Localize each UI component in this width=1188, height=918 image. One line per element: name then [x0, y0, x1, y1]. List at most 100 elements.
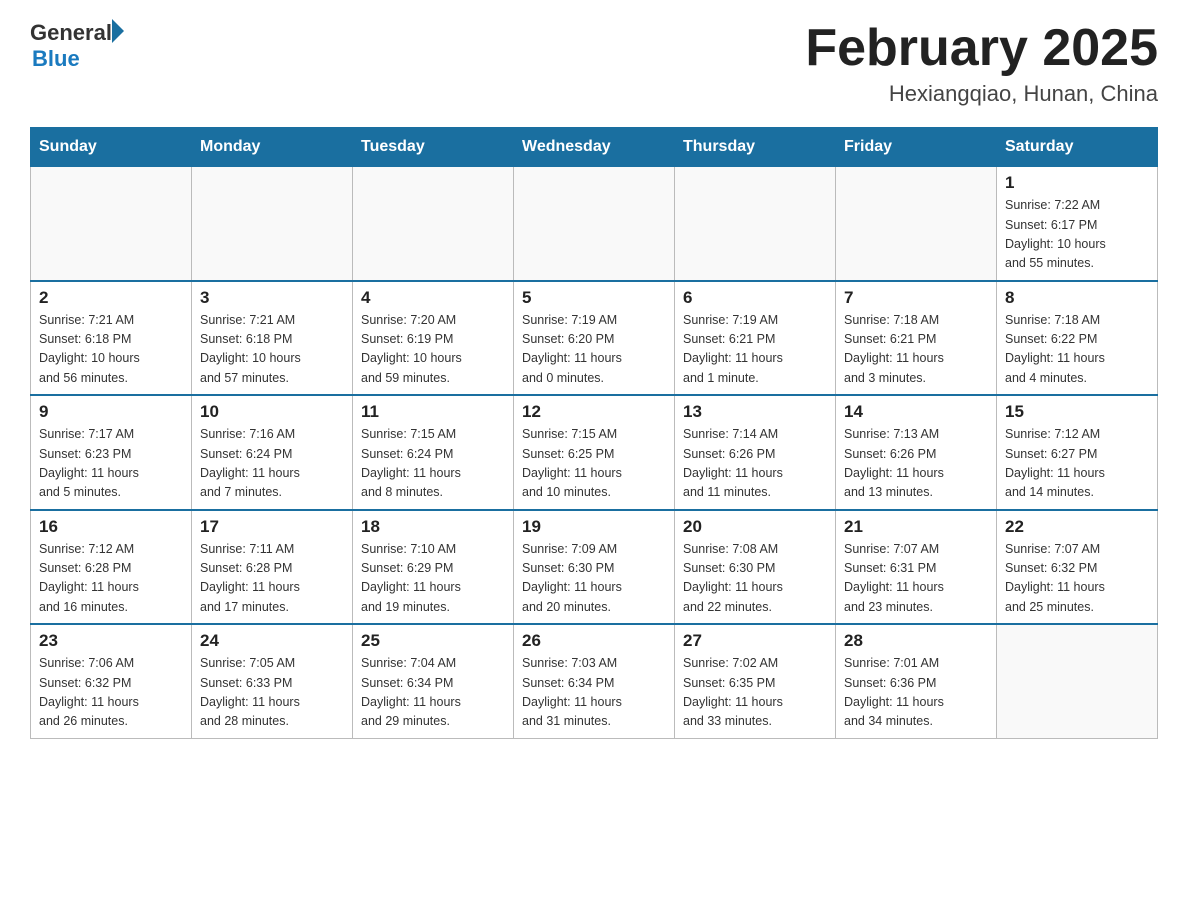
day-number: 7 [844, 288, 988, 308]
calendar-cell: 15 Sunrise: 7:12 AM Sunset: 6:27 PM Dayli… [997, 395, 1158, 510]
day-info: Sunrise: 7:07 AM Sunset: 6:32 PM Dayligh… [1005, 542, 1105, 614]
calendar-week-row: 9 Sunrise: 7:17 AM Sunset: 6:23 PM Daylig… [31, 395, 1158, 510]
calendar-cell: 27 Sunrise: 7:02 AM Sunset: 6:35 PM Dayli… [675, 624, 836, 738]
logo: General Blue [30, 20, 124, 72]
calendar-cell: 4 Sunrise: 7:20 AM Sunset: 6:19 PM Daylig… [353, 281, 514, 396]
day-number: 17 [200, 517, 344, 537]
day-info: Sunrise: 7:02 AM Sunset: 6:35 PM Dayligh… [683, 656, 783, 728]
weekday-header-wednesday: Wednesday [514, 128, 675, 167]
day-number: 16 [39, 517, 183, 537]
calendar-week-row: 1Sunrise: 7:22 AM Sunset: 6:17 PM Daylig… [31, 167, 1158, 281]
day-number: 24 [200, 631, 344, 651]
day-info: Sunrise: 7:10 AM Sunset: 6:29 PM Dayligh… [361, 542, 461, 614]
logo-blue-text: Blue [32, 46, 80, 72]
calendar-cell: 7Sunrise: 7:18 AM Sunset: 6:21 PM Daylig… [836, 281, 997, 396]
calendar-cell: 20 Sunrise: 7:08 AM Sunset: 6:30 PM Dayli… [675, 510, 836, 625]
calendar-cell: 11 Sunrise: 7:15 AM Sunset: 6:24 PM Dayli… [353, 395, 514, 510]
day-number: 4 [361, 288, 505, 308]
calendar-cell: 3 Sunrise: 7:21 AM Sunset: 6:18 PM Daylig… [192, 281, 353, 396]
day-number: 6 [683, 288, 827, 308]
day-number: 13 [683, 402, 827, 422]
weekday-header-friday: Friday [836, 128, 997, 167]
location: Hexiangqiao, Hunan, China [805, 81, 1158, 107]
title-block: February 2025 Hexiangqiao, Hunan, China [805, 20, 1158, 107]
day-info: Sunrise: 7:16 AM Sunset: 6:24 PM Dayligh… [200, 427, 300, 499]
day-info: Sunrise: 7:13 AM Sunset: 6:26 PM Dayligh… [844, 427, 944, 499]
day-info: Sunrise: 7:20 AM Sunset: 6:19 PM Dayligh… [361, 313, 462, 385]
calendar-cell: 5 Sunrise: 7:19 AM Sunset: 6:20 PM Daylig… [514, 281, 675, 396]
day-info: Sunrise: 7:05 AM Sunset: 6:33 PM Dayligh… [200, 656, 300, 728]
calendar-cell: 18 Sunrise: 7:10 AM Sunset: 6:29 PM Dayli… [353, 510, 514, 625]
calendar-cell: 19 Sunrise: 7:09 AM Sunset: 6:30 PM Dayli… [514, 510, 675, 625]
day-number: 8 [1005, 288, 1149, 308]
calendar-cell: 1Sunrise: 7:22 AM Sunset: 6:17 PM Daylig… [997, 167, 1158, 281]
calendar-cell: 26 Sunrise: 7:03 AM Sunset: 6:34 PM Dayli… [514, 624, 675, 738]
logo-general-text: General [30, 20, 112, 46]
month-title: February 2025 [805, 20, 1158, 77]
day-number: 14 [844, 402, 988, 422]
day-number: 28 [844, 631, 988, 651]
day-number: 11 [361, 402, 505, 422]
weekday-header-monday: Monday [192, 128, 353, 167]
day-number: 5 [522, 288, 666, 308]
calendar-cell [192, 167, 353, 281]
day-number: 3 [200, 288, 344, 308]
day-number: 12 [522, 402, 666, 422]
day-info: Sunrise: 7:07 AM Sunset: 6:31 PM Dayligh… [844, 542, 944, 614]
calendar-header-row: SundayMondayTuesdayWednesdayThursdayFrid… [31, 128, 1158, 167]
calendar-cell [675, 167, 836, 281]
day-info: Sunrise: 7:17 AM Sunset: 6:23 PM Dayligh… [39, 427, 139, 499]
day-info: Sunrise: 7:04 AM Sunset: 6:34 PM Dayligh… [361, 656, 461, 728]
calendar-cell: 28 Sunrise: 7:01 AM Sunset: 6:36 PM Dayli… [836, 624, 997, 738]
weekday-header-saturday: Saturday [997, 128, 1158, 167]
calendar-week-row: 23 Sunrise: 7:06 AM Sunset: 6:32 PM Dayli… [31, 624, 1158, 738]
calendar-cell: 8 Sunrise: 7:18 AM Sunset: 6:22 PM Daylig… [997, 281, 1158, 396]
day-number: 26 [522, 631, 666, 651]
calendar-cell [997, 624, 1158, 738]
weekday-header-sunday: Sunday [31, 128, 192, 167]
day-info: Sunrise: 7:06 AM Sunset: 6:32 PM Dayligh… [39, 656, 139, 728]
day-info: Sunrise: 7:22 AM Sunset: 6:17 PM Dayligh… [1005, 198, 1106, 270]
day-number: 20 [683, 517, 827, 537]
day-info: Sunrise: 7:19 AM Sunset: 6:20 PM Dayligh… [522, 313, 622, 385]
day-number: 27 [683, 631, 827, 651]
day-info: Sunrise: 7:08 AM Sunset: 6:30 PM Dayligh… [683, 542, 783, 614]
logo-arrow-icon [112, 19, 124, 43]
calendar-cell: 17 Sunrise: 7:11 AM Sunset: 6:28 PM Dayli… [192, 510, 353, 625]
calendar-cell [836, 167, 997, 281]
day-info: Sunrise: 7:09 AM Sunset: 6:30 PM Dayligh… [522, 542, 622, 614]
day-info: Sunrise: 7:15 AM Sunset: 6:25 PM Dayligh… [522, 427, 622, 499]
day-number: 23 [39, 631, 183, 651]
calendar-cell: 14 Sunrise: 7:13 AM Sunset: 6:26 PM Dayli… [836, 395, 997, 510]
day-info: Sunrise: 7:03 AM Sunset: 6:34 PM Dayligh… [522, 656, 622, 728]
day-info: Sunrise: 7:01 AM Sunset: 6:36 PM Dayligh… [844, 656, 944, 728]
calendar-cell: 21 Sunrise: 7:07 AM Sunset: 6:31 PM Dayli… [836, 510, 997, 625]
calendar-table: SundayMondayTuesdayWednesdayThursdayFrid… [30, 127, 1158, 739]
calendar-cell: 2Sunrise: 7:21 AM Sunset: 6:18 PM Daylig… [31, 281, 192, 396]
weekday-header-thursday: Thursday [675, 128, 836, 167]
calendar-cell: 9 Sunrise: 7:17 AM Sunset: 6:23 PM Daylig… [31, 395, 192, 510]
day-info: Sunrise: 7:12 AM Sunset: 6:28 PM Dayligh… [39, 542, 139, 614]
calendar-cell: 22 Sunrise: 7:07 AM Sunset: 6:32 PM Dayli… [997, 510, 1158, 625]
calendar-cell: 25Sunrise: 7:04 AM Sunset: 6:34 PM Dayli… [353, 624, 514, 738]
day-number: 15 [1005, 402, 1149, 422]
day-info: Sunrise: 7:15 AM Sunset: 6:24 PM Dayligh… [361, 427, 461, 499]
calendar-cell: 10 Sunrise: 7:16 AM Sunset: 6:24 PM Dayli… [192, 395, 353, 510]
day-number: 18 [361, 517, 505, 537]
day-number: 9 [39, 402, 183, 422]
day-info: Sunrise: 7:18 AM Sunset: 6:22 PM Dayligh… [1005, 313, 1105, 385]
calendar-cell: 6Sunrise: 7:19 AM Sunset: 6:21 PM Daylig… [675, 281, 836, 396]
day-info: Sunrise: 7:11 AM Sunset: 6:28 PM Dayligh… [200, 542, 300, 614]
page-header: General Blue February 2025 Hexiangqiao, … [30, 20, 1158, 107]
day-info: Sunrise: 7:21 AM Sunset: 6:18 PM Dayligh… [200, 313, 301, 385]
day-number: 2 [39, 288, 183, 308]
calendar-cell: 13Sunrise: 7:14 AM Sunset: 6:26 PM Dayli… [675, 395, 836, 510]
day-number: 19 [522, 517, 666, 537]
calendar-week-row: 16 Sunrise: 7:12 AM Sunset: 6:28 PM Dayli… [31, 510, 1158, 625]
day-number: 10 [200, 402, 344, 422]
calendar-cell [31, 167, 192, 281]
day-info: Sunrise: 7:12 AM Sunset: 6:27 PM Dayligh… [1005, 427, 1105, 499]
day-number: 22 [1005, 517, 1149, 537]
day-number: 21 [844, 517, 988, 537]
calendar-cell [514, 167, 675, 281]
